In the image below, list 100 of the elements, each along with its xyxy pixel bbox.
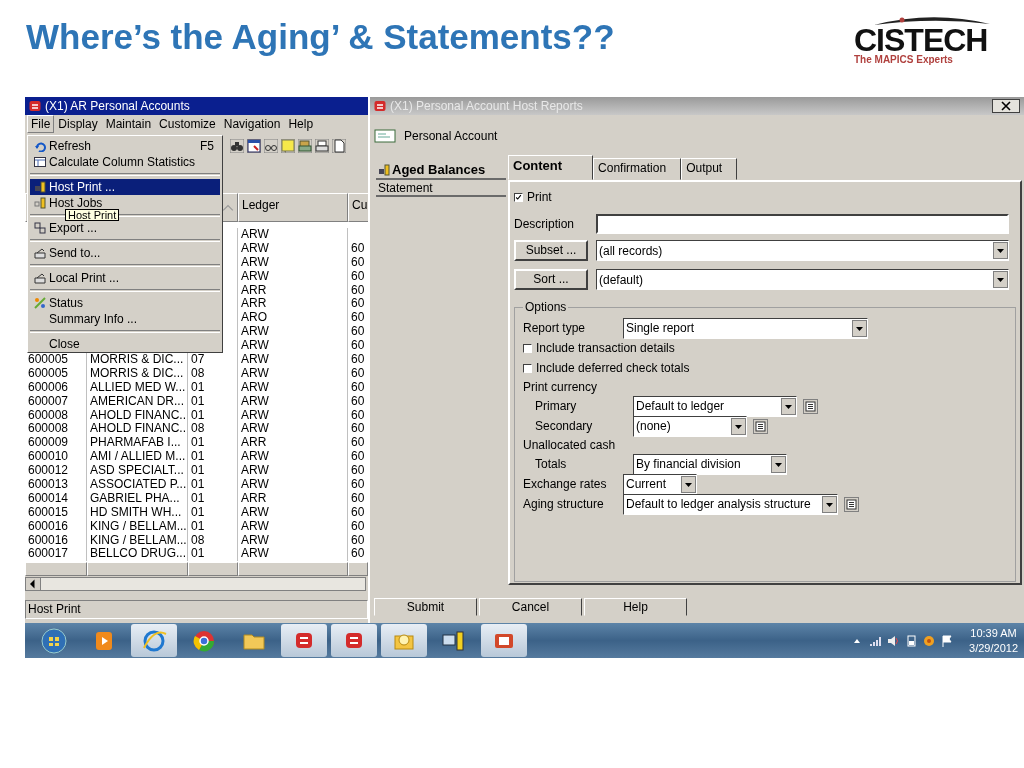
group-label: Print currency bbox=[523, 380, 598, 394]
table-cell: ALLIED MED W... bbox=[87, 380, 188, 395]
report-item[interactable]: Aged Balances bbox=[376, 161, 506, 180]
menu-item[interactable]: Navigation bbox=[219, 115, 285, 133]
table-cell-text: 60 bbox=[350, 380, 366, 395]
table-cell: ARR bbox=[238, 491, 348, 506]
table-cell: MORRIS & DIC... bbox=[87, 366, 188, 381]
menu-item[interactable]: Host Print ... bbox=[30, 179, 220, 195]
menu-item[interactable]: Close bbox=[30, 336, 220, 352]
table-cell: 01 bbox=[188, 505, 238, 520]
menu-item[interactable]: Display bbox=[54, 115, 102, 133]
table-cell-text: 60 bbox=[350, 394, 366, 409]
table-cell: ARW bbox=[238, 380, 348, 395]
column-header[interactable]: Ledger bbox=[238, 193, 348, 222]
tooltip: Host Print bbox=[65, 209, 120, 221]
menu-item[interactable]: Help bbox=[284, 115, 318, 133]
table-cell: 01 bbox=[188, 491, 238, 506]
table-cell: 600013 bbox=[25, 478, 87, 492]
table-cell-text: 60 bbox=[350, 519, 366, 534]
menu-item[interactable]: Send to... bbox=[30, 245, 220, 261]
table-cell-text: 60 bbox=[350, 408, 366, 423]
table-cell: AHOLD FINANC... bbox=[87, 408, 188, 423]
clock-time[interactable]: 10:39 AM bbox=[969, 625, 1018, 641]
table-cell: ARR bbox=[238, 436, 348, 451]
field-label: Aging structure bbox=[523, 497, 605, 511]
table-cell: ARW bbox=[238, 408, 348, 423]
table-cell: 600010 bbox=[25, 450, 87, 465]
table-cell-text: 60 bbox=[350, 241, 366, 256]
table-cell: ARW bbox=[238, 394, 348, 409]
dialog-button[interactable]: Cancel bbox=[479, 598, 582, 616]
table-cell: 01 bbox=[188, 478, 238, 492]
table-cell: GABRIEL PHA... bbox=[87, 491, 188, 506]
table-cell-text: 60 bbox=[350, 422, 366, 437]
table-cell: 01 bbox=[188, 394, 238, 409]
table-cell: ARW bbox=[238, 241, 348, 256]
dialog-button[interactable]: Help bbox=[584, 598, 687, 616]
table-cell-text: 60 bbox=[350, 450, 366, 465]
dropdown[interactable]: Default to ledger bbox=[633, 395, 797, 417]
tab[interactable]: Output bbox=[681, 158, 738, 180]
table-cell: BELLCO DRUG... bbox=[87, 547, 188, 562]
field-label: Primary bbox=[535, 399, 578, 413]
table-cell: 01 bbox=[188, 450, 238, 465]
menu-item[interactable]: Customize bbox=[155, 115, 220, 133]
clock-date[interactable]: 3/29/2012 bbox=[969, 640, 1018, 656]
dropdown[interactable]: (all records) bbox=[596, 240, 1009, 261]
menu-item[interactable]: Local Print ... bbox=[30, 270, 220, 286]
group-label: Options bbox=[525, 300, 567, 314]
dialog-button[interactable]: Submit bbox=[374, 598, 477, 616]
dropdown[interactable]: Single report bbox=[623, 317, 868, 339]
menu-item[interactable]: File bbox=[27, 115, 55, 133]
table-cell: ARW bbox=[238, 228, 348, 242]
dropdown[interactable]: By financial division bbox=[633, 453, 787, 475]
menu-item[interactable]: Host Jobs bbox=[30, 195, 220, 211]
table-cell: 600012 bbox=[25, 464, 87, 479]
table-cell: ARW bbox=[238, 547, 348, 562]
table-cell: ARW bbox=[238, 464, 348, 479]
table-cell: 600015 bbox=[25, 505, 87, 520]
dropdown[interactable]: Current bbox=[623, 473, 697, 495]
menu-item[interactable]: Export ... bbox=[30, 220, 220, 236]
table-cell: ARR bbox=[238, 297, 348, 312]
table-cell: AHOLD FINANC... bbox=[87, 422, 188, 437]
menu-item[interactable]: Refresh F5 bbox=[30, 138, 220, 154]
table-cell-text: 60 bbox=[350, 533, 366, 548]
table-cell-text: 60 bbox=[350, 297, 366, 312]
table-cell: 600006 bbox=[25, 380, 87, 395]
group-label: Unallocated cash bbox=[523, 438, 616, 452]
field-label: Exchange rates bbox=[523, 477, 608, 491]
table-cell-text: 60 bbox=[350, 325, 366, 340]
checkbox-label: Include deferred check totals bbox=[536, 361, 690, 375]
table-cell: ARR bbox=[238, 283, 348, 298]
table-cell-text: 60 bbox=[350, 255, 366, 270]
table-cell: 600007 bbox=[25, 394, 87, 409]
table-cell-text: 60 bbox=[350, 339, 366, 353]
table-cell: 01 bbox=[188, 519, 238, 534]
menu-item[interactable]: Maintain bbox=[101, 115, 156, 133]
checkbox-label: Print bbox=[527, 190, 552, 204]
table-cell: 600016 bbox=[25, 519, 87, 534]
dropdown[interactable]: Default to ledger analysis structure bbox=[623, 493, 838, 515]
menu-item[interactable]: Status bbox=[30, 295, 220, 311]
subset-button[interactable]: Subset ... bbox=[514, 240, 588, 261]
dropdown[interactable]: (none) bbox=[633, 415, 747, 437]
sort-button[interactable]: Sort ... bbox=[514, 269, 588, 290]
table-cell-text: 60 bbox=[350, 311, 366, 326]
table-cell: 01 bbox=[188, 547, 238, 562]
table-cell-text: 60 bbox=[350, 464, 366, 479]
tab[interactable]: Confirmation bbox=[593, 158, 682, 180]
window-title: (X1) Personal Account Host Reports bbox=[390, 99, 583, 113]
report-item[interactable]: Statement bbox=[376, 180, 506, 197]
menu-item[interactable]: Calculate Column Statistics bbox=[30, 154, 220, 170]
table-cell: 01 bbox=[188, 380, 238, 395]
table-cell-text: 60 bbox=[350, 478, 366, 492]
table-cell: ASD SPECIALT... bbox=[87, 464, 188, 479]
menu-item[interactable]: Summary Info ... bbox=[30, 311, 220, 327]
field-label: Report type bbox=[523, 321, 587, 335]
logo-tagline: The MAPICS Experts bbox=[854, 54, 953, 66]
table-cell: ARW bbox=[238, 255, 348, 270]
dropdown[interactable]: (default) bbox=[596, 269, 1009, 290]
tab[interactable]: Content bbox=[508, 155, 594, 180]
table-cell-text: 60 bbox=[350, 491, 366, 506]
table-cell: 600005 bbox=[25, 366, 87, 381]
